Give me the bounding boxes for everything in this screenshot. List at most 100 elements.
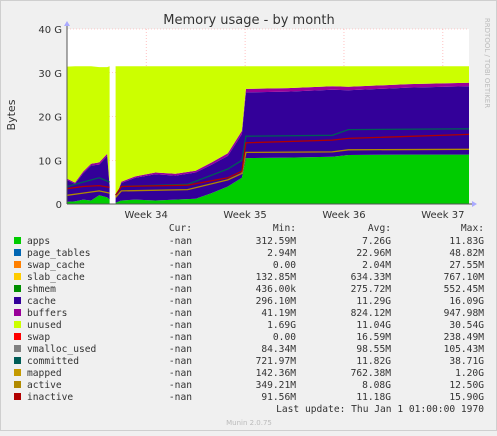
legend-name-committed: committed: [27, 356, 79, 367]
legend-avg-slab_cache: 634.33M: [351, 272, 392, 283]
legend-max-slab_cache: 767.10M: [444, 272, 485, 283]
legend-avg-buffers: 824.12M: [351, 308, 392, 319]
legend-max-cache: 16.09G: [449, 296, 484, 307]
legend-cur-cache: -nan: [169, 296, 192, 307]
legend-avg-apps: 7.26G: [362, 236, 391, 247]
chart-title: Memory usage - by month: [163, 13, 334, 28]
legend-avg-active: 8.08G: [362, 380, 391, 391]
legend-swatch-cache: [14, 297, 21, 304]
legend-avg-swap_cache: 2.04M: [362, 260, 391, 271]
legend-max-inactive: 15.90G: [449, 392, 484, 403]
x-tick-label: Week 34: [125, 210, 168, 221]
legend-avg-page_tables: 22.96M: [356, 248, 391, 259]
legend-max-mapped: 1.20G: [455, 368, 484, 379]
legend-cur-swap_cache: -nan: [169, 260, 192, 271]
x-tick-label: Week 37: [421, 210, 464, 221]
legend-cur-active: -nan: [169, 380, 192, 391]
y-tick-label: 10 G: [38, 156, 62, 167]
legend-avg-vmalloc_used: 98.55M: [356, 344, 391, 355]
legend-name-swap: swap: [27, 332, 50, 343]
legend-max-unused: 30.54G: [449, 320, 484, 331]
legend-name-shmem: shmem: [27, 284, 56, 295]
legend-cur-shmem: -nan: [169, 284, 192, 295]
legend-swatch-swap: [14, 333, 21, 340]
y-tick-label: 40 G: [38, 25, 62, 36]
last-update: Last update: Thu Jan 1 01:00:00 1970: [276, 404, 484, 415]
legend-max-swap: 238.49M: [444, 332, 485, 343]
legend-max-apps: 11.83G: [449, 236, 484, 247]
legend-cur-apps: -nan: [169, 236, 192, 247]
stacked-areas: [67, 66, 469, 204]
legend-min-committed: 721.97M: [256, 356, 297, 367]
legend-name-swap_cache: swap_cache: [27, 260, 85, 271]
legend-max-page_tables: 48.82M: [449, 248, 484, 259]
legend-swatch-apps: [14, 237, 21, 244]
legend-swatch-inactive: [14, 393, 21, 400]
legend-min-inactive: 91.56M: [261, 392, 296, 403]
chart: Memory usage - by month Bytes RRDTOOL / …: [5, 13, 491, 427]
chart-frame: Memory usage - by month Bytes RRDTOOL / …: [0, 0, 497, 431]
legend-swatch-active: [14, 381, 21, 388]
legend-cur-slab_cache: -nan: [169, 272, 192, 283]
legend-swatch-page_tables: [14, 249, 21, 256]
legend-avg-committed: 11.82G: [356, 356, 391, 367]
legend-min-page_tables: 2.94M: [267, 248, 296, 259]
legend: Cur: Min: Avg: Max: apps -nan 312.59M 7.26G 11.8…: [14, 223, 484, 403]
legend-cur-buffers: -nan: [169, 308, 192, 319]
legend-header-min: Min:: [273, 223, 296, 234]
legend-swatch-mapped: [14, 369, 21, 376]
legend-min-swap_cache: 0.00: [273, 260, 296, 271]
legend-name-cache: cache: [27, 296, 56, 307]
legend-name-slab_cache: slab_cache: [27, 272, 85, 283]
legend-header-avg: Avg:: [368, 223, 391, 234]
legend-min-mapped: 142.36M: [256, 368, 297, 379]
legend-avg-mapped: 762.38M: [351, 368, 392, 379]
y-tick-label: 30 G: [38, 69, 62, 80]
munin-version: Munin 2.0.75: [226, 419, 272, 427]
legend-name-inactive: inactive: [27, 392, 73, 403]
legend-min-buffers: 41.19M: [261, 308, 296, 319]
legend-swatch-unused: [14, 321, 21, 328]
legend-max-vmalloc_used: 105.43M: [444, 344, 485, 355]
y-tick-label: 0: [56, 200, 62, 211]
rrdtool-credit: RRDTOOL / TOBI OETIKER: [483, 18, 491, 108]
legend-cur-inactive: -nan: [169, 392, 192, 403]
legend-max-shmem: 552.45M: [444, 284, 485, 295]
legend-avg-swap: 16.59M: [356, 332, 391, 343]
legend-name-apps: apps: [27, 236, 50, 247]
legend-cur-page_tables: -nan: [169, 248, 192, 259]
legend-cur-committed: -nan: [169, 356, 192, 367]
legend-name-unused: unused: [27, 320, 62, 331]
legend-swatch-buffers: [14, 309, 21, 316]
legend-header-max: Max:: [461, 223, 484, 234]
legend-name-page_tables: page_tables: [27, 248, 91, 259]
x-axis-arrow: [472, 201, 477, 207]
legend-avg-inactive: 11.18G: [356, 392, 391, 403]
legend-min-slab_cache: 132.85M: [256, 272, 297, 283]
x-tick-label: Week 36: [322, 210, 365, 221]
y-tick-label: 20 G: [38, 113, 62, 124]
legend-swatch-vmalloc_used: [14, 345, 21, 352]
legend-avg-unused: 11.04G: [356, 320, 391, 331]
legend-max-active: 12.50G: [449, 380, 484, 391]
legend-swatch-swap_cache: [14, 261, 21, 268]
legend-cur-unused: -nan: [169, 320, 192, 331]
legend-avg-shmem: 275.72M: [351, 284, 392, 295]
legend-min-active: 349.21M: [256, 380, 297, 391]
legend-name-mapped: mapped: [27, 368, 62, 379]
legend-swatch-shmem: [14, 285, 21, 292]
legend-name-active: active: [27, 380, 62, 391]
x-tick-label: Week 35: [223, 210, 266, 221]
legend-min-shmem: 436.00k: [256, 284, 297, 295]
y-axis-arrow: [64, 21, 70, 26]
legend-min-swap: 0.00: [273, 332, 296, 343]
legend-avg-cache: 11.29G: [356, 296, 391, 307]
legend-cur-mapped: -nan: [169, 368, 192, 379]
legend-name-vmalloc_used: vmalloc_used: [27, 344, 96, 355]
legend-min-unused: 1.69G: [267, 320, 296, 331]
legend-cur-vmalloc_used: -nan: [169, 344, 192, 355]
legend-max-committed: 38.71G: [449, 356, 484, 367]
legend-swatch-slab_cache: [14, 273, 21, 280]
legend-swatch-committed: [14, 357, 21, 364]
legend-max-swap_cache: 27.55M: [449, 260, 484, 271]
